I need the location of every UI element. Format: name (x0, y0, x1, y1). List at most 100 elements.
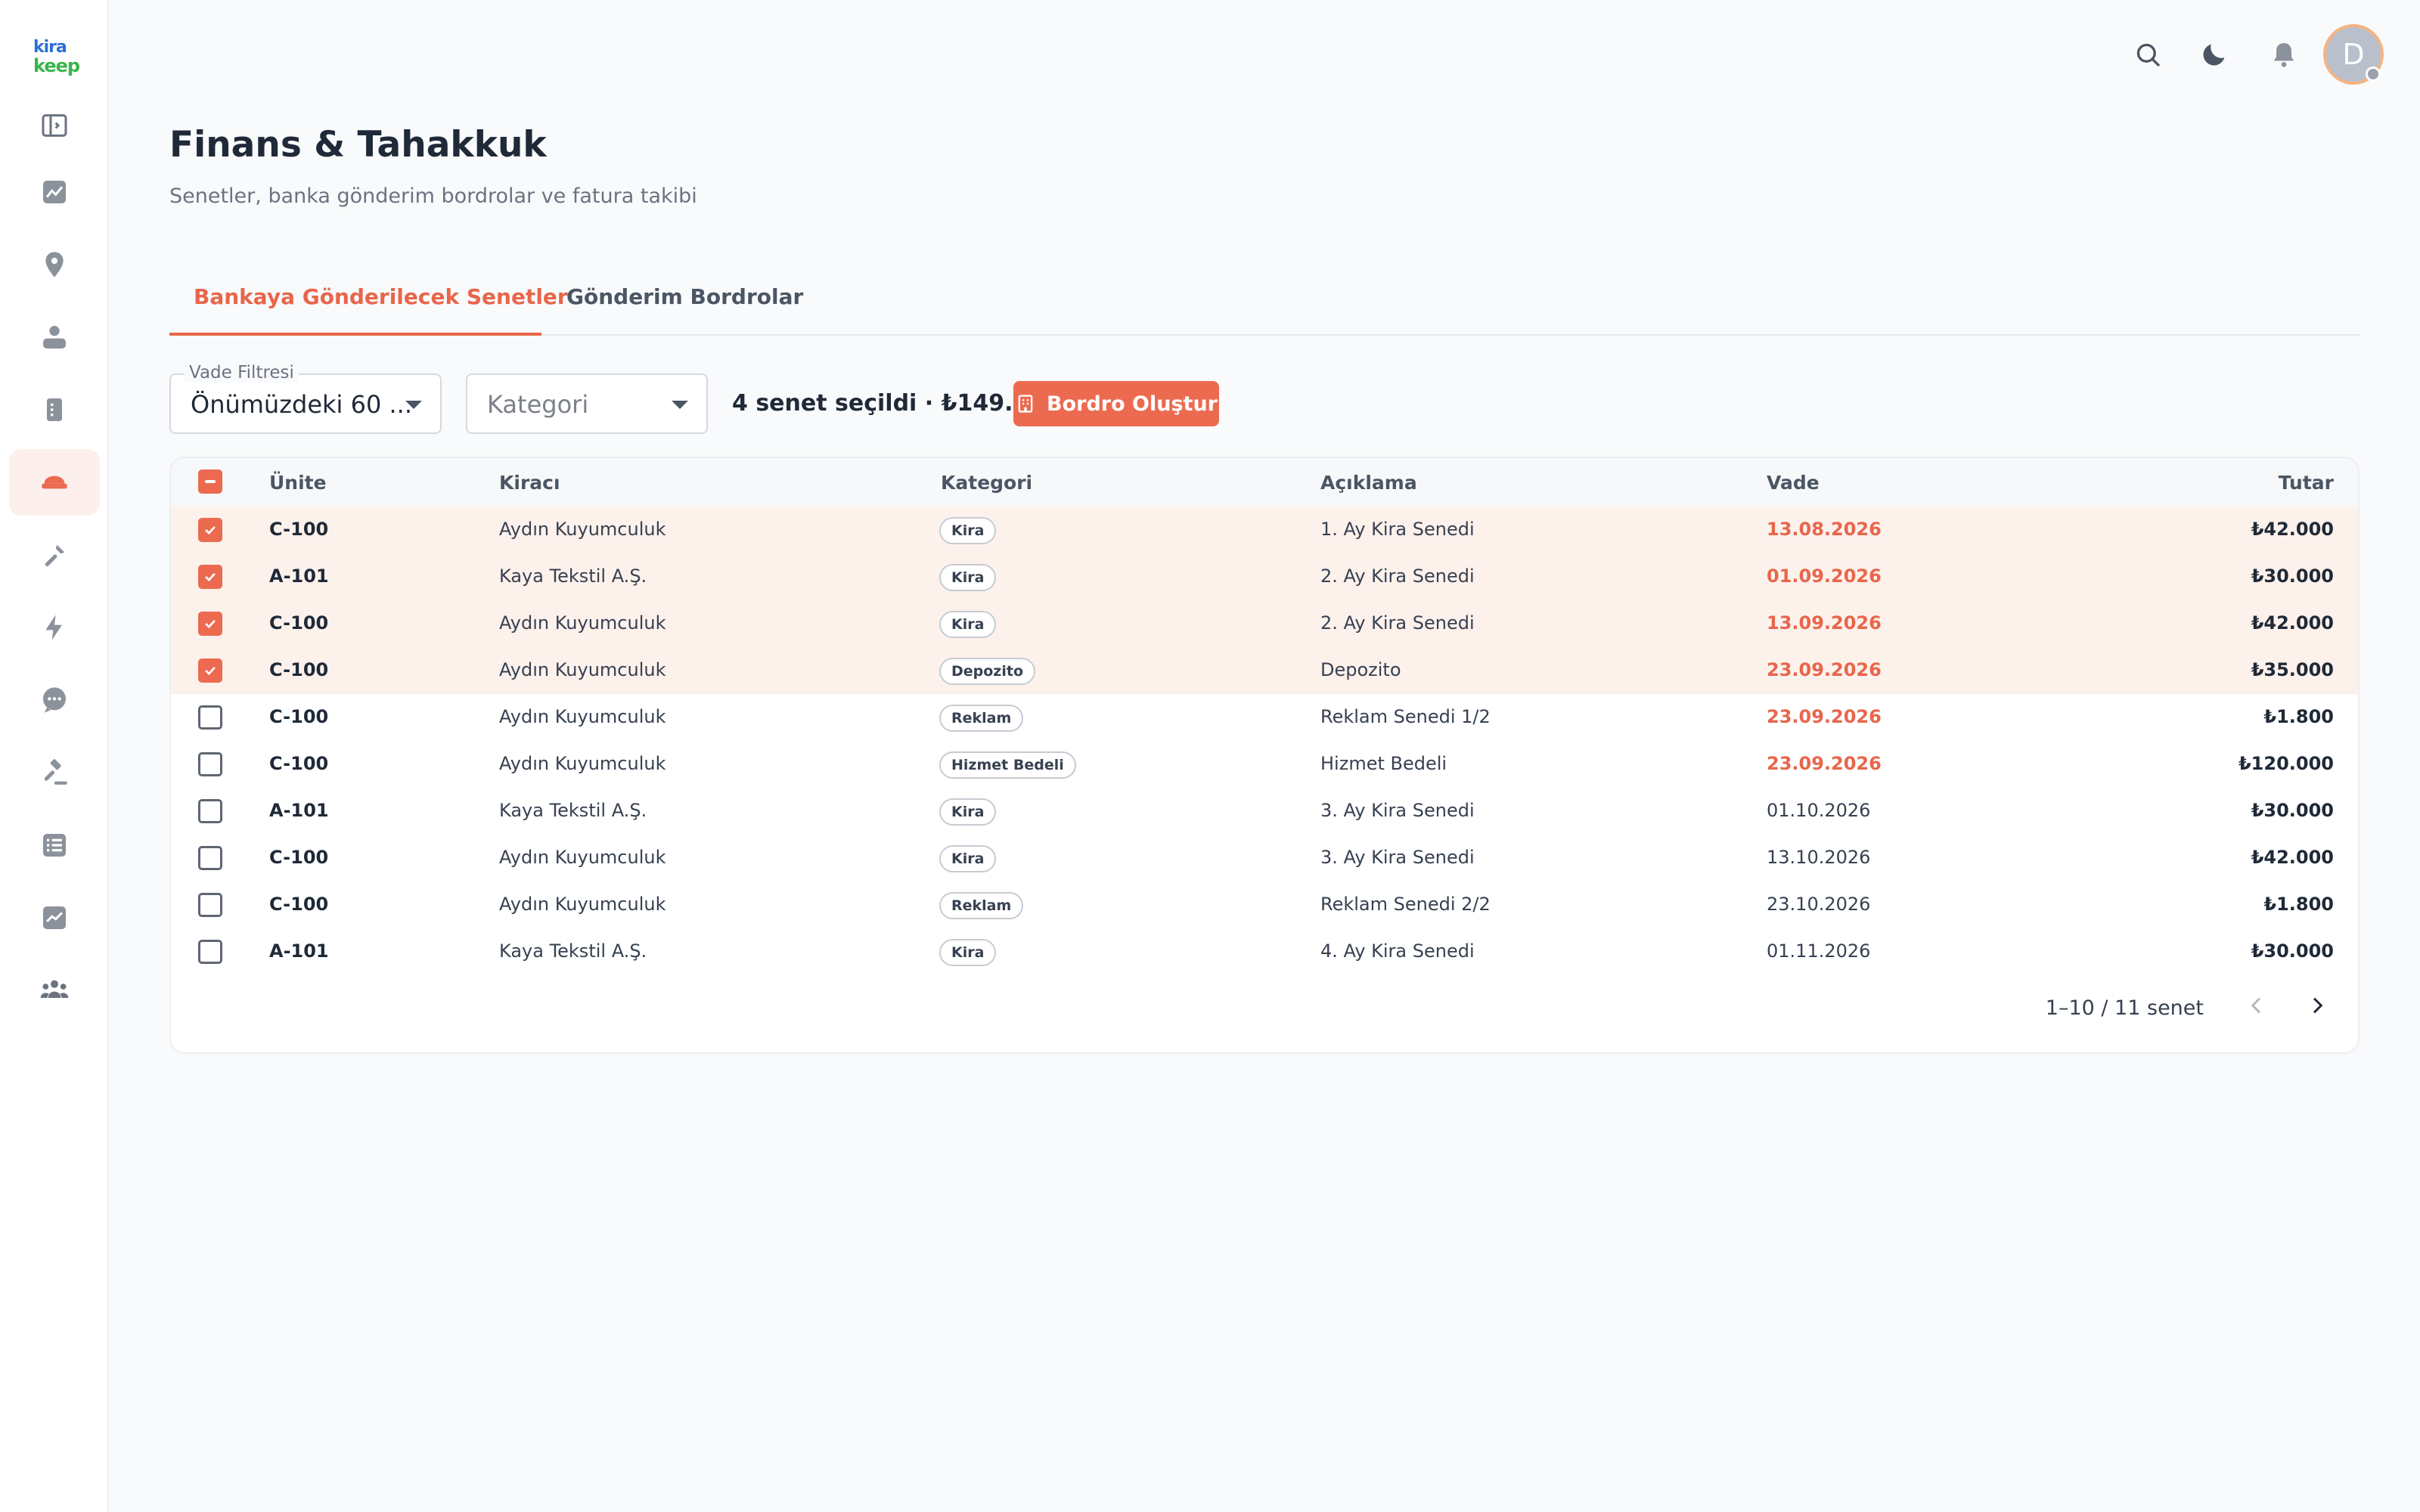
search-icon (2136, 43, 2161, 67)
next-page-button[interactable] (2299, 987, 2335, 1024)
sidebar-item-maintenance[interactable] (9, 522, 100, 588)
cell-amount: ₺30.000 (2251, 940, 2334, 962)
cell-description: Reklam Senedi 2/2 (1320, 894, 1491, 915)
sidebar-item-locations[interactable] (9, 231, 100, 298)
column-header-description[interactable]: Açıklama (1320, 472, 1417, 494)
search-button[interactable] (2131, 38, 2164, 71)
column-header-tenant[interactable]: Kiracı (499, 472, 560, 494)
building-icon (47, 398, 62, 421)
row-checkbox[interactable] (198, 612, 222, 636)
cell-tenant: Aydın Kuyumculuk (499, 894, 666, 915)
cell-unit: A-101 (269, 940, 329, 962)
column-header-due[interactable]: Vade (1767, 472, 1820, 494)
tab-gonderim-bordrolar[interactable]: Gönderim Bordrolar (566, 284, 803, 334)
finance-icon (42, 476, 67, 489)
app-logo[interactable]: kira keep (33, 39, 80, 79)
theme-toggle-button[interactable] (2198, 38, 2231, 71)
table-row[interactable]: C-100 Aydın Kuyumculuk Reklam Reklam Senedi… (171, 694, 2358, 741)
notifications-button[interactable] (2267, 38, 2301, 71)
cell-tenant: Aydın Kuyumculuk (499, 659, 666, 680)
category-badge: Kira (939, 564, 997, 591)
lightning-icon (45, 615, 62, 640)
sidebar-item-buildings[interactable] (9, 376, 100, 443)
due-filter-select[interactable]: Vade Filtresi Önümüzdeki 60 ... (169, 363, 442, 434)
selection-summary: 4 senet seçildi · ₺149.000 (732, 390, 1061, 417)
cell-amount: ₺30.000 (2251, 565, 2334, 587)
table-row[interactable]: C-100 Aydın Kuyumculuk Depozito Depozito 23.… (171, 647, 2358, 694)
cell-amount: ₺30.000 (2251, 800, 2334, 821)
cell-unit: C-100 (269, 753, 329, 774)
row-checkbox[interactable] (198, 799, 222, 823)
cell-due-date: 23.09.2026 (1767, 706, 1882, 727)
create-bordro-button[interactable]: Bordro Oluştur (1013, 381, 1219, 426)
category-badge: Kira (939, 845, 997, 872)
cell-unit: C-100 (269, 519, 329, 540)
cell-tenant: Aydın Kuyumculuk (499, 519, 666, 540)
sidebar-item-reports[interactable] (9, 885, 100, 951)
sidebar-item-finance[interactable] (9, 449, 100, 516)
previous-page-button[interactable] (2238, 987, 2275, 1024)
row-checkbox[interactable] (198, 893, 222, 917)
sidebar-item-legal[interactable] (9, 739, 100, 806)
cell-tenant: Kaya Tekstil A.Ş. (499, 940, 647, 962)
checkmark-icon (205, 619, 216, 629)
cell-description: 3. Ay Kira Senedi (1320, 847, 1475, 868)
gavel-icon (44, 759, 67, 785)
category-badge: Reklam (939, 705, 1024, 732)
location-pin-icon (45, 252, 64, 277)
table-row[interactable]: C-100 Aydın Kuyumculuk Kira 1. Ay Kira Sene… (171, 507, 2358, 553)
row-checkbox[interactable] (198, 565, 222, 589)
sidebar-item-users[interactable] (9, 957, 100, 1024)
select-all-checkbox[interactable] (198, 469, 222, 494)
chart-icon (43, 181, 66, 203)
cell-description: Depozito (1320, 659, 1401, 680)
category-badge: Depozito (939, 658, 1036, 685)
cell-tenant: Aydın Kuyumculuk (499, 753, 666, 774)
column-header-unit[interactable]: Ünite (269, 472, 327, 494)
category-badge: Kira (939, 798, 997, 826)
tab-bankaya-gonderilecek-senetler[interactable]: Bankaya Gönderilecek Senetler (194, 284, 568, 334)
sidebar-item-lists[interactable] (9, 812, 100, 878)
sidebar-item-tenants[interactable] (9, 304, 100, 370)
table-row[interactable]: C-100 Aydın Kuyumculuk Kira 3. Ay Kira Sene… (171, 835, 2358, 881)
table-row[interactable]: A-101 Kaya Tekstil A.Ş. Kira 2. Ay Kira Sen… (171, 553, 2358, 600)
column-header-amount[interactable]: Tutar (2279, 472, 2334, 494)
cell-amount: ₺42.000 (2251, 519, 2334, 540)
category-badge: Reklam (939, 892, 1024, 919)
cell-description: 2. Ay Kira Senedi (1320, 612, 1475, 634)
cell-tenant: Kaya Tekstil A.Ş. (499, 800, 647, 821)
sidebar-item-utilities[interactable] (9, 594, 100, 661)
category-badge: Kira (939, 517, 997, 544)
cell-tenant: Aydın Kuyumculuk (499, 612, 666, 634)
list-icon (43, 834, 66, 857)
sidebar-item-dashboard[interactable] (9, 159, 100, 225)
chevron-right-icon (2313, 997, 2323, 1014)
cell-amount: ₺1.800 (2263, 706, 2334, 727)
row-checkbox[interactable] (198, 940, 222, 964)
category-badge: Hizmet Bedeli (939, 751, 1076, 779)
cell-due-date: 23.10.2026 (1767, 894, 1871, 915)
active-tab-indicator (169, 333, 541, 336)
category-select[interactable]: Kategori (466, 373, 708, 434)
sidebar-item-messages[interactable] (9, 667, 100, 733)
sidebar-item-toggle[interactable] (9, 92, 100, 159)
row-checkbox[interactable] (198, 846, 222, 870)
cell-amount: ₺35.000 (2251, 659, 2334, 680)
sidebar: kira keep (0, 0, 109, 1512)
category-placeholder: Kategori (487, 390, 589, 419)
table-row[interactable]: C-100 Aydın Kuyumculuk Reklam Reklam Senedi… (171, 881, 2358, 928)
table-row[interactable]: A-101 Kaya Tekstil A.Ş. Kira 4. Ay Kira Sen… (171, 928, 2358, 975)
cell-description: 4. Ay Kira Senedi (1320, 940, 1475, 962)
row-checkbox[interactable] (198, 658, 222, 683)
table-row[interactable]: A-101 Kaya Tekstil A.Ş. Kira 3. Ay Kira Sen… (171, 788, 2358, 835)
row-checkbox[interactable] (198, 705, 222, 730)
senet-table: Ünite Kiracı Kategori Açıklama Vade Tuta… (169, 457, 2360, 1054)
row-checkbox[interactable] (198, 752, 222, 776)
checkmark-icon (205, 572, 216, 582)
table-row[interactable]: C-100 Aydın Kuyumculuk Hizmet Bedeli Hizmet… (171, 741, 2358, 788)
table-row[interactable]: C-100 Aydın Kuyumculuk Kira 2. Ay Kira Sene… (171, 600, 2358, 647)
row-checkbox[interactable] (198, 518, 222, 542)
page-title: Finans & Tahakkuk (169, 124, 547, 166)
cell-due-date: 13.09.2026 (1767, 612, 1882, 634)
column-header-category[interactable]: Kategori (941, 472, 1032, 494)
